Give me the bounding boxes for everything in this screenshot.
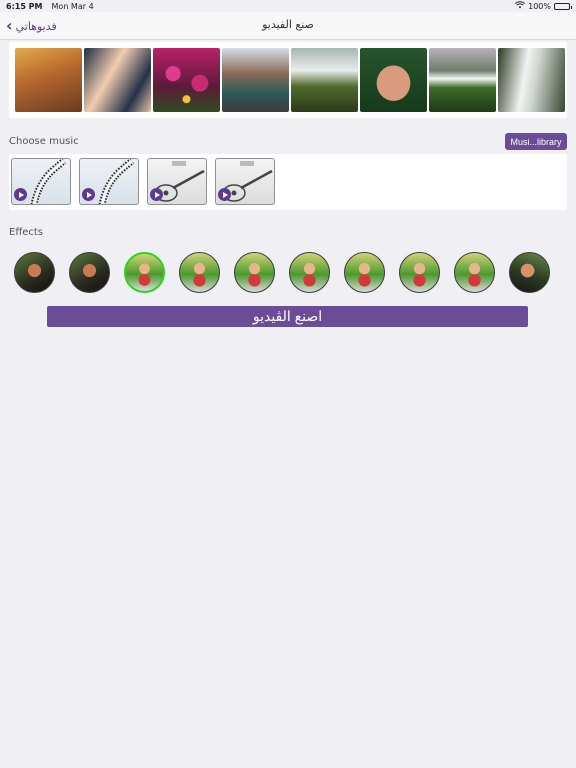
wifi-icon — [515, 1, 526, 11]
status-bar: 6:15 PM Mon Mar 4 100% — [0, 0, 576, 12]
music-track[interactable] — [11, 158, 71, 205]
effects-label: Effects — [9, 227, 43, 238]
music-track[interactable] — [147, 158, 207, 205]
effect-option[interactable] — [69, 252, 110, 293]
choose-music-label: Choose music — [9, 136, 79, 147]
navigation-bar: ‹ فديوهاتي صنع الفيديو — [0, 12, 576, 40]
effect-option[interactable] — [179, 252, 220, 293]
photo-thumbnail[interactable] — [498, 48, 565, 112]
status-right: 100% — [515, 1, 572, 11]
photos-strip — [9, 42, 567, 118]
music-track[interactable] — [215, 158, 275, 205]
photo-thumbnail[interactable] — [84, 48, 151, 112]
effect-option[interactable] — [454, 252, 495, 293]
battery-percent: 100% — [528, 1, 551, 11]
status-date: Mon Mar 4 — [51, 1, 94, 11]
make-video-button[interactable]: اصنع الڤيديو — [47, 306, 528, 327]
effect-option-selected[interactable] — [124, 252, 165, 293]
effect-option[interactable] — [399, 252, 440, 293]
play-icon[interactable] — [14, 188, 27, 201]
music-library-button[interactable]: Musi...library — [505, 133, 567, 150]
photo-thumbnail[interactable] — [222, 48, 289, 112]
effect-option[interactable] — [509, 252, 550, 293]
photo-thumbnail[interactable] — [429, 48, 496, 112]
effect-option[interactable] — [234, 252, 275, 293]
effect-option[interactable] — [289, 252, 330, 293]
photo-thumbnail[interactable] — [153, 48, 220, 112]
status-time: 6:15 PM — [6, 1, 43, 11]
battery-icon — [554, 2, 572, 10]
photo-thumbnail[interactable] — [360, 48, 427, 112]
play-icon[interactable] — [82, 188, 95, 201]
music-track[interactable] — [79, 158, 139, 205]
photo-thumbnail[interactable] — [291, 48, 358, 112]
effect-option[interactable] — [14, 252, 55, 293]
effect-option[interactable] — [344, 252, 385, 293]
play-icon[interactable] — [218, 188, 231, 201]
play-icon[interactable] — [150, 188, 163, 201]
photo-thumbnail[interactable] — [15, 48, 82, 112]
music-tracks — [9, 154, 567, 210]
page-title: صنع الفيديو — [262, 18, 314, 31]
